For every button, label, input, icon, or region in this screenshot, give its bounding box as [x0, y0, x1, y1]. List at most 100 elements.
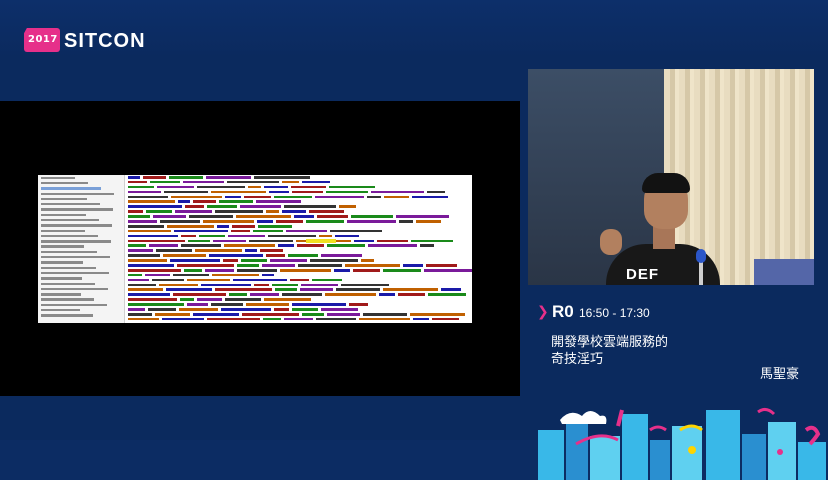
- file-list-row: [41, 313, 124, 318]
- code-token: [349, 303, 368, 306]
- code-token: [128, 176, 140, 179]
- code-token: [231, 229, 250, 233]
- code-token: [227, 180, 279, 184]
- code-token: [195, 249, 242, 252]
- code-highlight: [306, 238, 336, 243]
- code-token: [128, 180, 147, 184]
- code-token: [128, 268, 181, 272]
- code-token: [321, 308, 358, 311]
- code-token: [253, 229, 283, 233]
- code-token: [213, 239, 246, 243]
- code-token: [128, 283, 156, 287]
- code-token: [215, 288, 272, 292]
- code-token: [180, 298, 194, 301]
- code-token: [181, 244, 221, 248]
- speaker-hair: [642, 173, 690, 193]
- code-token: [272, 283, 298, 287]
- code-token: [128, 224, 164, 228]
- code-token: [223, 259, 238, 262]
- code-token: [128, 220, 157, 223]
- code-token: [424, 268, 472, 272]
- code-token: [233, 278, 287, 282]
- code-token: [278, 244, 294, 248]
- code-token: [326, 190, 368, 194]
- code-line: [128, 317, 472, 322]
- code-token: [241, 259, 267, 262]
- code-token: [242, 312, 299, 316]
- code-token: [294, 215, 314, 218]
- code-token: [335, 234, 359, 238]
- code-token: [221, 308, 271, 311]
- code-token: [284, 317, 313, 321]
- code-token: [193, 312, 239, 316]
- code-token: [225, 195, 241, 199]
- code-token: [334, 268, 350, 272]
- code-token: [398, 293, 425, 296]
- code-token: [319, 234, 332, 238]
- code-token: [329, 185, 375, 189]
- code-token: [412, 195, 448, 199]
- code-token: [128, 215, 150, 218]
- code-token: [249, 239, 293, 243]
- code-token: [416, 220, 441, 223]
- code-token: [246, 303, 289, 306]
- code-token: [159, 283, 198, 287]
- speaker-name: 馬聖豪: [760, 367, 800, 382]
- code-token: [240, 205, 281, 208]
- code-token: [282, 293, 322, 296]
- code-token: [166, 288, 212, 292]
- code-token: [383, 288, 438, 292]
- code-token: [169, 176, 203, 179]
- code-token: [274, 308, 289, 311]
- code-token: [248, 185, 261, 189]
- code-token: [181, 234, 196, 238]
- talk-title-line-2: 奇技淫巧: [551, 352, 604, 367]
- code-token: [128, 229, 171, 233]
- code-token: [189, 215, 233, 218]
- code-token: [128, 317, 159, 321]
- code-token: [262, 273, 274, 277]
- code-token: [128, 249, 153, 252]
- code-token: [367, 195, 381, 199]
- code-token: [212, 273, 259, 277]
- code-token: [266, 254, 285, 257]
- code-token: [128, 298, 177, 301]
- code-token: [410, 312, 465, 316]
- code-token: [128, 190, 161, 194]
- code-token: [211, 303, 243, 306]
- code-token: [268, 234, 316, 238]
- code-token: [156, 249, 192, 252]
- code-token: [282, 180, 299, 184]
- code-token: [217, 224, 229, 228]
- logo-year: 2017: [28, 34, 58, 45]
- shirt-print: DEF: [626, 266, 659, 283]
- code-token: [258, 224, 292, 228]
- code-token: [256, 200, 301, 204]
- code-token: [236, 215, 291, 218]
- code-token: [371, 190, 424, 194]
- code-token: [128, 312, 152, 316]
- code-token: [153, 215, 186, 218]
- code-token: [315, 195, 364, 199]
- code-token: [276, 220, 303, 223]
- code-token: [128, 308, 145, 311]
- code-token: [228, 234, 265, 238]
- code-token: [262, 264, 295, 267]
- chevron-right-icon: ❯: [537, 304, 549, 320]
- code-token: [148, 308, 176, 311]
- stage-floor: [754, 259, 814, 285]
- code-token: [280, 268, 331, 272]
- code-token: [321, 254, 362, 257]
- code-token: [177, 264, 234, 267]
- code-token: [302, 312, 324, 316]
- code-token: [353, 268, 380, 272]
- code-token: [377, 239, 408, 243]
- code-token: [330, 229, 382, 233]
- code-token: [341, 283, 389, 287]
- code-token: [345, 264, 400, 267]
- code-token: [336, 288, 380, 292]
- code-token: [128, 185, 154, 189]
- code-token: [225, 298, 261, 301]
- code-token: [237, 264, 259, 267]
- code-token: [128, 205, 182, 208]
